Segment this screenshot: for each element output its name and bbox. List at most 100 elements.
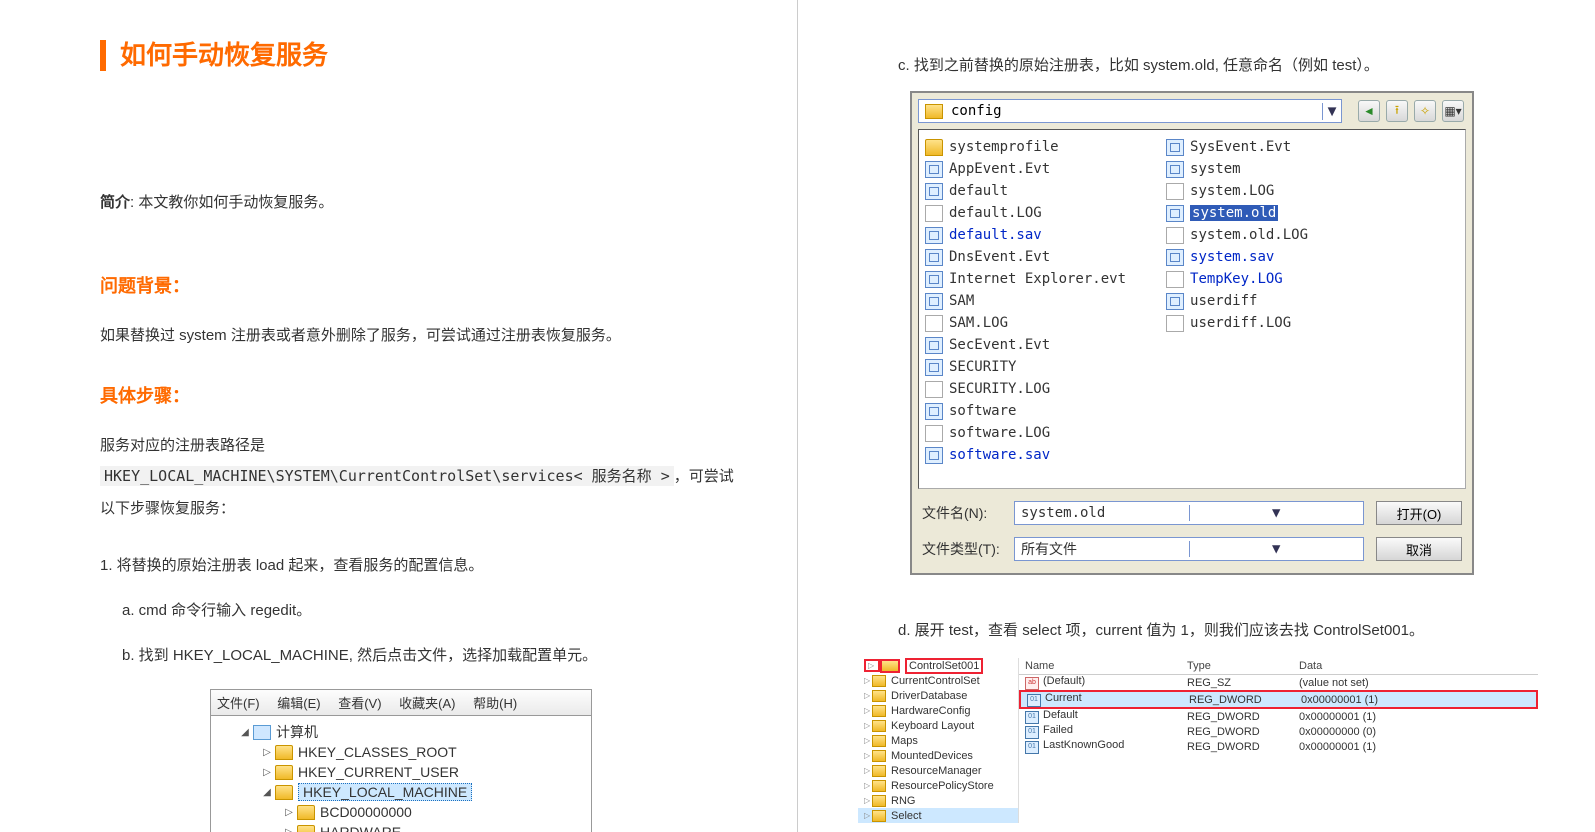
- step1a: a. cmd 命令行输入 regedit。: [100, 599, 737, 620]
- folder-icon: [925, 139, 943, 156]
- file-item[interactable]: Internet Explorer.evt: [925, 270, 1126, 288]
- views-icon[interactable]: ▦▾: [1442, 100, 1464, 122]
- folder-icon: [872, 735, 886, 747]
- filetype-field[interactable]: 所有文件▼: [1014, 537, 1364, 561]
- folder-icon: [925, 104, 943, 119]
- file-item[interactable]: default: [925, 182, 1126, 200]
- registry-value-list: Name Type Data ab(Default) REG_SZ (value…: [1019, 658, 1538, 823]
- value-row[interactable]: ab(Default) REG_SZ (value not set): [1019, 675, 1538, 690]
- file-item[interactable]: userdiff: [1166, 292, 1308, 310]
- file-item[interactable]: software.LOG: [925, 424, 1126, 442]
- file-item[interactable]: SAM: [925, 292, 1126, 310]
- file-icon: [925, 425, 943, 442]
- tree-item[interactable]: ▷ControlSet001: [858, 658, 1018, 673]
- menu-help[interactable]: 帮助(H): [473, 696, 517, 711]
- tree-hardware[interactable]: ▷HARDWARE: [219, 822, 583, 832]
- file-item[interactable]: system.old.LOG: [1166, 226, 1308, 244]
- folder-icon: [275, 765, 293, 780]
- file-item[interactable]: SysEvent.Evt: [1166, 138, 1308, 156]
- back-icon[interactable]: ◄: [1358, 100, 1380, 122]
- file-dialog: ▼ ◄ ⭱ ✧ ▦▾ systemprofile AppEvent.Evt defa…: [910, 91, 1474, 575]
- value-row[interactable]: 01Current REG_DWORD 0x00000001 (1): [1019, 690, 1538, 709]
- file-item[interactable]: systemprofile: [925, 138, 1126, 156]
- dropdown-icon[interactable]: ▼: [1189, 541, 1364, 557]
- computer-icon: [253, 725, 271, 740]
- value-row[interactable]: 01Default REG_DWORD 0x00000001 (1): [1019, 709, 1538, 724]
- tree-item[interactable]: ▷Maps: [858, 733, 1018, 748]
- value-row[interactable]: 01Failed REG_DWORD 0x00000000 (0): [1019, 724, 1538, 739]
- file-icon: [1166, 315, 1184, 332]
- file-item[interactable]: default.sav: [925, 226, 1126, 244]
- heading-steps: 具体步骤：: [100, 382, 737, 408]
- filename-field[interactable]: system.old▼: [1014, 501, 1364, 525]
- tree-item[interactable]: ▷Select: [858, 808, 1018, 823]
- tree-hkcu[interactable]: ▷HKEY_CURRENT_USER: [219, 762, 583, 782]
- tree-hkcr[interactable]: ▷HKEY_CLASSES_ROOT: [219, 742, 583, 762]
- tree-computer[interactable]: ◢计算机: [219, 722, 583, 742]
- menu-file[interactable]: 文件(F): [217, 696, 260, 711]
- value-row[interactable]: 01LastKnownGood REG_DWORD 0x00000001 (1): [1019, 739, 1538, 754]
- folder-icon: [872, 675, 886, 687]
- dword-icon: 01: [1025, 741, 1039, 754]
- address-bar[interactable]: ▼: [918, 99, 1342, 123]
- file-icon: [925, 271, 943, 288]
- folder-icon: [872, 750, 886, 762]
- tree-item[interactable]: ▷CurrentControlSet: [858, 673, 1018, 688]
- file-item[interactable]: SECURITY: [925, 358, 1126, 376]
- file-list: systemprofile AppEvent.Evt default default.…: [918, 129, 1466, 489]
- intro: 简介: 本文教你如何手动恢复服务。: [100, 191, 737, 212]
- file-item[interactable]: SecEvent.Evt: [925, 336, 1126, 354]
- file-icon: [925, 293, 943, 310]
- folder-icon: [872, 810, 886, 822]
- tree-item[interactable]: ▷RNG: [858, 793, 1018, 808]
- tree-hklm[interactable]: ◢HKEY_LOCAL_MACHINE: [219, 782, 583, 802]
- background-text: 如果替换过 system 注册表或者意外删除了服务，可尝试通过注册表恢复服务。: [100, 320, 737, 352]
- tree-item[interactable]: ▷HardwareConfig: [858, 703, 1018, 718]
- file-item[interactable]: system.sav: [1166, 248, 1308, 266]
- dropdown-icon[interactable]: ▼: [1322, 103, 1341, 120]
- folder-icon: [275, 785, 293, 800]
- open-button[interactable]: 打开(O): [1376, 501, 1462, 525]
- file-item[interactable]: userdiff.LOG: [1166, 314, 1308, 332]
- file-icon: [1166, 205, 1184, 222]
- newfolder-icon[interactable]: ✧: [1414, 100, 1436, 122]
- tree-item[interactable]: ▷Keyboard Layout: [858, 718, 1018, 733]
- file-item[interactable]: DnsEvent.Evt: [925, 248, 1126, 266]
- file-item[interactable]: system: [1166, 160, 1308, 178]
- file-icon: [1166, 293, 1184, 310]
- menu-view[interactable]: 查看(V): [338, 696, 381, 711]
- file-item[interactable]: system.LOG: [1166, 182, 1308, 200]
- tree-item[interactable]: ▷MountedDevices: [858, 748, 1018, 763]
- file-item[interactable]: SECURITY.LOG: [925, 380, 1126, 398]
- dropdown-icon[interactable]: ▼: [1189, 505, 1364, 521]
- folder-icon: [872, 795, 886, 807]
- file-item[interactable]: default.LOG: [925, 204, 1126, 222]
- file-item[interactable]: TempKey.LOG: [1166, 270, 1308, 288]
- tree-bcd[interactable]: ▷BCD00000000: [219, 802, 583, 822]
- tree-item[interactable]: ▷ResourcePolicyStore: [858, 778, 1018, 793]
- tree-item[interactable]: ▷ResourceManager: [858, 763, 1018, 778]
- registry-path: 服务对应的注册表路径是 HKEY_LOCAL_MACHINE\SYSTEM\Cu…: [100, 430, 737, 525]
- dword-icon: 01: [1025, 711, 1039, 724]
- file-item[interactable]: AppEvent.Evt: [925, 160, 1126, 178]
- file-item[interactable]: SAM.LOG: [925, 314, 1126, 332]
- filetype-label: 文件类型(T):: [922, 539, 1002, 559]
- tree-item[interactable]: ▷DriverDatabase: [858, 688, 1018, 703]
- step1c: c. 找到之前替换的原始注册表，比如 system.old, 任意命名（例如 t…: [898, 54, 1535, 75]
- file-icon: [925, 337, 943, 354]
- file-icon: [925, 381, 943, 398]
- file-icon: [1166, 271, 1184, 288]
- file-icon: [925, 205, 943, 222]
- file-item[interactable]: system.old: [1166, 204, 1308, 222]
- menu-edit[interactable]: 编辑(E): [277, 696, 320, 711]
- folder-icon: [297, 805, 315, 820]
- address-input[interactable]: [949, 102, 1322, 120]
- menu-fav[interactable]: 收藏夹(A): [399, 696, 455, 711]
- cancel-button[interactable]: 取消: [1376, 537, 1462, 561]
- dword-icon: 01: [1027, 694, 1041, 707]
- file-item[interactable]: software.sav: [925, 446, 1126, 464]
- folder-icon: [872, 720, 886, 732]
- up-icon[interactable]: ⭱: [1386, 100, 1408, 122]
- file-item[interactable]: software: [925, 402, 1126, 420]
- dword-icon: 01: [1025, 726, 1039, 739]
